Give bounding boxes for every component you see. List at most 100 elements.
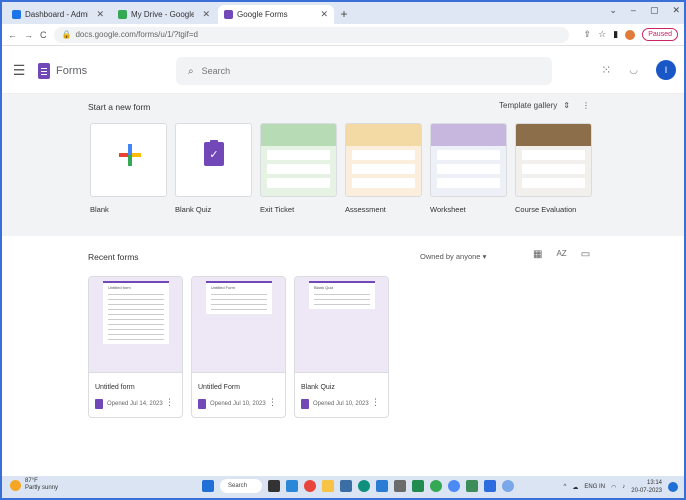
close-tab-icon[interactable]: ✕: [96, 9, 104, 20]
wifi-icon[interactable]: ◠: [611, 484, 616, 491]
app-icon[interactable]: [466, 480, 478, 492]
edge-icon[interactable]: [358, 480, 370, 492]
grid-view-icon[interactable]: ▦: [533, 249, 542, 260]
close-tab-icon[interactable]: ✕: [320, 9, 328, 20]
widgets-icon[interactable]: [286, 480, 298, 492]
browser-window: Dashboard - Admin Console ✕ My Drive - G…: [0, 0, 686, 500]
template-blank-quiz[interactable]: ✓: [175, 123, 252, 197]
url-input[interactable]: 🔒 docs.google.com/forms/u/1/?tgif=d: [53, 26, 569, 43]
clock[interactable]: 13:14 20-07-2023: [631, 479, 662, 495]
recent-form-card[interactable]: Untitled Form Untitled Form Opened Jul 1…: [191, 276, 286, 418]
reload-icon[interactable]: C: [40, 30, 47, 40]
account-switcher-icon[interactable]: ◡: [629, 65, 638, 76]
weather-widget[interactable]: 87°F Partly sunny: [10, 478, 58, 492]
template-assessment[interactable]: [345, 123, 422, 197]
language-indicator[interactable]: ENG IN: [584, 484, 605, 490]
template-worksheet[interactable]: [430, 123, 507, 197]
forms-logo-icon[interactable]: [38, 62, 50, 79]
start-icon[interactable]: [202, 480, 214, 492]
paused-button[interactable]: Paused: [642, 28, 678, 41]
sun-icon: [10, 479, 21, 491]
file-explorer-icon[interactable]: [322, 480, 334, 492]
admin-console-favicon-icon: [12, 10, 21, 19]
app-name[interactable]: Forms: [56, 65, 87, 77]
tab-my-drive[interactable]: My Drive - Google Drive ✕: [112, 5, 216, 24]
form-meta: Opened Jul 14, 2023: [95, 399, 163, 409]
tab-search-icon[interactable]: ⌄: [609, 5, 617, 16]
volume-icon[interactable]: ♪: [622, 484, 625, 490]
close-tab-icon[interactable]: ✕: [202, 9, 210, 20]
url-text: docs.google.com/forms/u/1/?tgif=d: [75, 30, 198, 39]
search-placeholder: Search: [201, 66, 231, 76]
sort-az-icon[interactable]: AZ: [556, 249, 566, 260]
app-icon[interactable]: [484, 480, 496, 492]
weather-temp: 87°F: [25, 478, 38, 484]
windows-taskbar: 87°F Partly sunny Search ^ ☁ ENG IN ◠ ♪ …: [2, 476, 684, 498]
lock-icon: 🔒: [61, 30, 72, 39]
form-meta: Opened Jul 10, 2023: [301, 399, 369, 409]
profile-icon[interactable]: [625, 29, 636, 40]
maximize-icon[interactable]: ▢: [650, 5, 659, 16]
template-course-evaluation[interactable]: [515, 123, 592, 197]
notification-icon[interactable]: [668, 482, 678, 492]
app-icon[interactable]: [394, 480, 406, 492]
more-options-icon[interactable]: ⋮: [268, 397, 277, 408]
more-options-icon[interactable]: ⋮: [165, 397, 174, 408]
minimize-icon[interactable]: –: [631, 5, 636, 16]
form-meta: Opened Jul 10, 2023: [198, 399, 266, 409]
main-menu-icon[interactable]: ☰: [10, 62, 28, 79]
header-right: ⁙ ◡ I: [601, 60, 676, 80]
close-window-icon[interactable]: ✕: [672, 5, 680, 16]
dropdown-arrow-icon: ▾: [482, 252, 487, 261]
chrome-profile-icon[interactable]: [448, 480, 460, 492]
task-view-icon[interactable]: [268, 480, 280, 492]
tab-title: Dashboard - Admin Console: [25, 10, 88, 19]
template-label[interactable]: Blank: [90, 205, 109, 214]
template-blank[interactable]: [90, 123, 167, 197]
template-label[interactable]: Assessment: [345, 205, 386, 214]
chrome-profile-icon[interactable]: [430, 480, 442, 492]
template-exit-ticket[interactable]: [260, 123, 337, 197]
app-header: ☰ Forms ⌕ Search ⁙ ◡ I: [2, 48, 684, 94]
opened-date: Opened Jul 14, 2023: [107, 401, 163, 407]
toolbar-right: ⇪ ☆ ▮ Paused: [584, 28, 678, 41]
sidebar-icon[interactable]: ▮: [613, 29, 618, 40]
tab-admin-console[interactable]: Dashboard - Admin Console ✕: [6, 5, 110, 24]
chrome-icon[interactable]: [304, 480, 316, 492]
cloud-icon[interactable]: ☁: [572, 484, 578, 491]
forward-icon[interactable]: →: [24, 30, 33, 40]
template-label[interactable]: Worksheet: [430, 205, 466, 214]
tab-google-forms[interactable]: Google Forms ✕: [218, 5, 334, 24]
recent-form-card[interactable]: Blank Quiz Blank Quiz Opened Jul 10, 202…: [294, 276, 389, 418]
tray-expand-icon[interactable]: ^: [564, 484, 567, 490]
mail-icon[interactable]: [376, 480, 388, 492]
forms-file-icon: [95, 399, 103, 409]
start-section-title: Start a new form: [88, 102, 151, 112]
app-icon[interactable]: [412, 480, 424, 492]
more-options-icon[interactable]: ⋮: [582, 101, 590, 110]
form-name: Untitled Form: [198, 384, 241, 391]
app-icon[interactable]: [502, 480, 514, 492]
more-options-icon[interactable]: ⋮: [371, 397, 380, 408]
taskbar-search[interactable]: Search: [220, 479, 262, 493]
template-gallery-button[interactable]: Template gallery ⇕ ⋮: [499, 101, 590, 110]
tab-strip: Dashboard - Admin Console ✕ My Drive - G…: [2, 2, 684, 24]
share-icon[interactable]: ⇪: [584, 29, 592, 40]
form-name: Untitled form: [95, 384, 135, 391]
template-label[interactable]: Blank Quiz: [175, 205, 211, 214]
account-avatar[interactable]: I: [656, 60, 676, 80]
owner-filter-dropdown[interactable]: Owned by anyone ▾: [420, 252, 486, 261]
store-icon[interactable]: [340, 480, 352, 492]
form-name: Blank Quiz: [301, 384, 335, 391]
folder-icon[interactable]: ▭: [581, 249, 590, 260]
forms-file-icon: [301, 399, 309, 409]
new-tab-button[interactable]: +: [336, 6, 352, 22]
apps-grid-icon[interactable]: ⁙: [601, 63, 611, 77]
star-icon[interactable]: ☆: [598, 29, 606, 40]
recent-form-card[interactable]: Untitled form Untitled form Opened Jul 1…: [88, 276, 183, 418]
back-icon[interactable]: ←: [8, 30, 17, 40]
template-label[interactable]: Exit Ticket: [260, 205, 294, 214]
search-icon[interactable]: ⌕: [188, 66, 194, 77]
template-label[interactable]: Course Evaluation: [515, 205, 576, 214]
search-input[interactable]: ⌕ Search: [176, 57, 552, 85]
